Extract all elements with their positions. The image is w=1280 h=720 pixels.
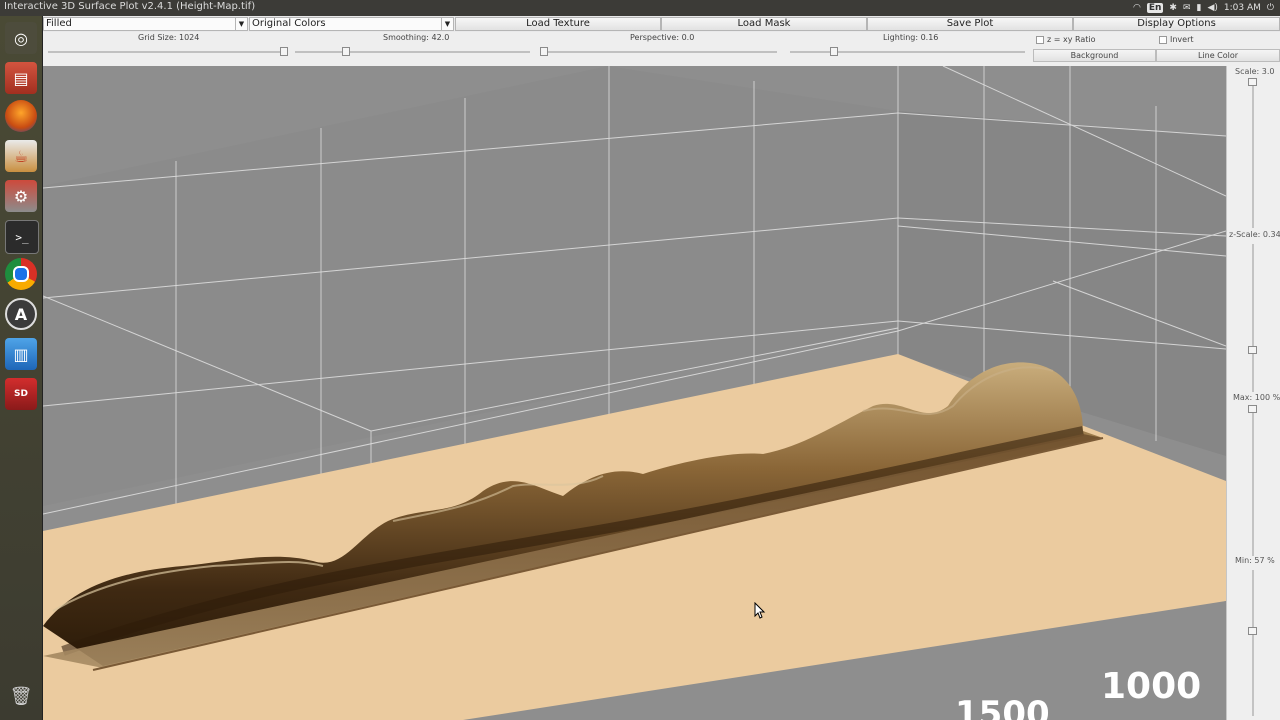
load-texture-button[interactable]: Load Texture (455, 17, 661, 31)
chrome-icon[interactable] (5, 258, 37, 290)
min-track[interactable] (1252, 570, 1254, 716)
trash-icon[interactable]: 🗑 (5, 680, 37, 712)
surface-plot-canvas[interactable]: 1000 1500 (43, 66, 1226, 720)
perspective-track[interactable] (540, 51, 777, 53)
z-scale-track[interactable] (1252, 244, 1254, 392)
smoothing-label: Smoothing: 42.0 (383, 33, 450, 42)
render-mode-select[interactable]: Filled ▼ (43, 17, 248, 31)
min-label: Min: 57 % (1235, 556, 1275, 565)
z-scale-slider[interactable] (1248, 346, 1257, 354)
dash-home-icon[interactable]: ◎ (5, 22, 37, 54)
max-label: Max: 100 % (1233, 393, 1280, 402)
sd-card-icon[interactable]: SD (5, 378, 37, 410)
background-button[interactable]: Background (1033, 49, 1156, 62)
chevron-down-icon: ▼ (235, 18, 247, 30)
software-center-icon[interactable]: A (5, 298, 37, 330)
smoothing-slider[interactable] (342, 47, 350, 56)
wifi-icon[interactable]: ◠ (1133, 3, 1141, 13)
axis-label-1000: 1000 (1101, 666, 1202, 707)
min-slider[interactable] (1248, 627, 1257, 635)
save-plot-button[interactable]: Save Plot (867, 17, 1073, 31)
perspective-label: Perspective: 0.0 (630, 33, 695, 42)
scale-track[interactable] (1252, 78, 1254, 228)
mouse-pointer-icon (754, 602, 766, 619)
perspective-slider[interactable] (540, 47, 548, 56)
slider-toolbar: Grid Size: 1024 Smoothing: 42.0 Perspect… (43, 32, 1280, 67)
invert-checkbox[interactable] (1159, 36, 1167, 44)
xy-ratio-label: z = xy Ratio (1047, 35, 1096, 44)
launcher: ◎ ▤ ☕ ⚙ >_ A ▥ SD 🗑 (0, 16, 43, 720)
render-mode-value: Filled (46, 18, 72, 29)
system-settings-icon[interactable]: ⚙ (5, 180, 37, 212)
top-panel: Interactive 3D Surface Plot v2.4.1 (Heig… (0, 0, 1280, 16)
chevron-down-icon: ▼ (441, 18, 453, 30)
load-mask-button[interactable]: Load Mask (661, 17, 867, 31)
window-title: Interactive 3D Surface Plot v2.4.1 (Heig… (4, 1, 256, 12)
clock[interactable]: 1:03 AM (1224, 3, 1261, 13)
axis-label-1500: 1500 (955, 694, 1050, 720)
line-color-button[interactable]: Line Color (1156, 49, 1280, 62)
grid-size-track[interactable] (48, 51, 288, 53)
max-slider[interactable] (1248, 405, 1257, 413)
z-scale-label: z-Scale: 0.34 (1229, 230, 1280, 239)
scale-slider[interactable] (1248, 78, 1257, 86)
lighting-label: Lighting: 0.16 (883, 33, 939, 42)
smoothing-track[interactable] (295, 51, 530, 53)
firefox-icon[interactable] (5, 100, 37, 132)
volume-icon[interactable]: ◀) (1207, 3, 1217, 13)
keyboard-indicator[interactable]: En (1146, 3, 1164, 13)
main-toolbar: Filled ▼ Original Colors ▼ Load Texture … (43, 16, 1280, 33)
color-mode-select[interactable]: Original Colors ▼ (249, 17, 454, 31)
system-indicators: ◠ En ✱ ✉ ▮ ◀) 1:03 AM ⏻ (1133, 0, 1280, 16)
scale-label: Scale: 3.0 (1235, 67, 1275, 76)
right-slider-panel: Scale: 3.0 z-Scale: 0.34 Max: 100 % Min:… (1226, 66, 1280, 720)
terminal-icon[interactable]: >_ (5, 220, 39, 254)
lighting-track[interactable] (790, 51, 1025, 53)
text-editor-icon[interactable]: ▥ (5, 338, 37, 370)
xy-ratio-checkbox[interactable] (1036, 36, 1044, 44)
color-mode-value: Original Colors (252, 18, 326, 29)
invert-label: Invert (1170, 35, 1194, 44)
mail-icon[interactable]: ✉ (1183, 3, 1191, 13)
files-icon[interactable]: ▤ (5, 62, 37, 94)
lighting-slider[interactable] (830, 47, 838, 56)
grid-size-slider[interactable] (280, 47, 288, 56)
surface-plot-graphic (43, 66, 1226, 720)
grid-size-label: Grid Size: 1024 (138, 33, 200, 42)
power-icon[interactable]: ⏻ (1267, 3, 1274, 13)
bluetooth-icon[interactable]: ✱ (1169, 3, 1177, 13)
battery-icon[interactable]: ▮ (1196, 3, 1201, 13)
max-track[interactable] (1252, 406, 1254, 556)
display-options-button[interactable]: Display Options (1073, 17, 1280, 31)
java-icon[interactable]: ☕ (5, 140, 37, 172)
